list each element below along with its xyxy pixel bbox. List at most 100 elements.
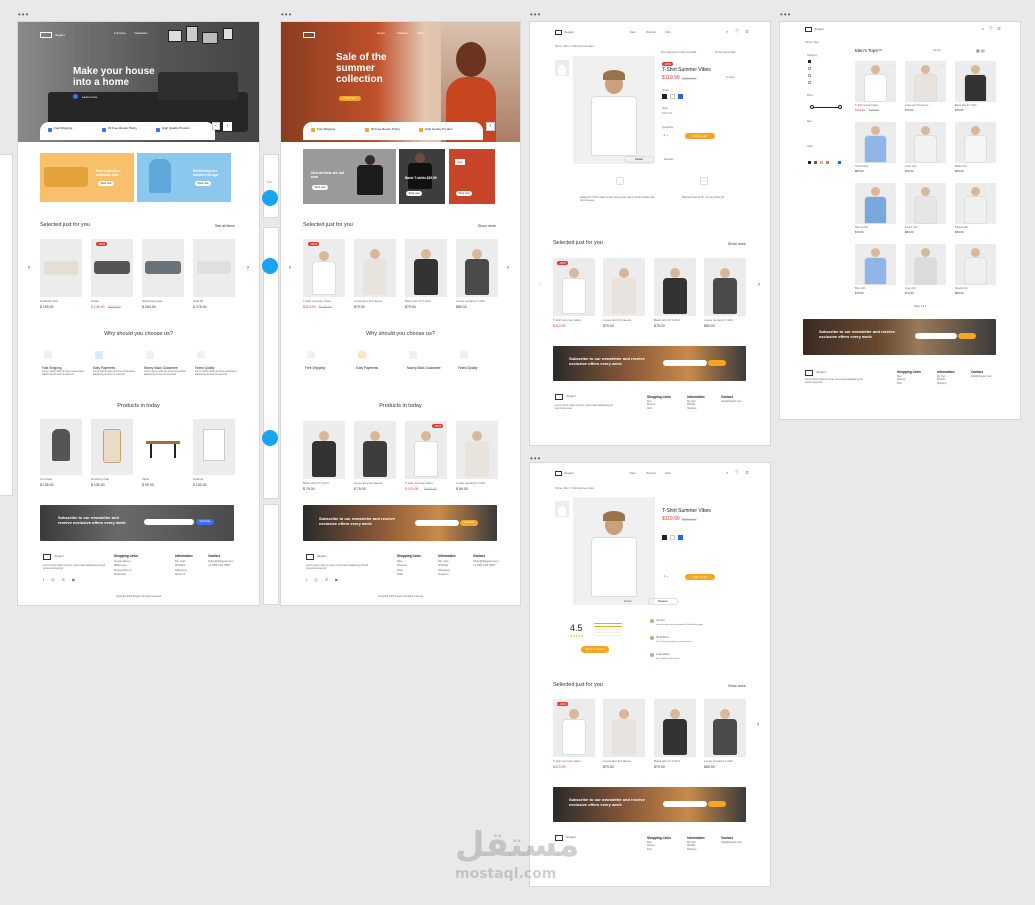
pagination[interactable]: Page 1 2 3 [914, 305, 926, 308]
product-image[interactable]: ♡ [905, 122, 946, 163]
see-all-link[interactable]: Show more [728, 242, 746, 246]
product-image[interactable]: ♡ [855, 61, 896, 102]
hero-button[interactable]: Learn more [82, 95, 97, 99]
tab-details[interactable]: Details [624, 600, 632, 603]
email-input[interactable] [663, 360, 707, 366]
product-image[interactable]: -30% [405, 421, 447, 479]
wishlist-icon[interactable]: ♡ [891, 63, 894, 67]
artboard-menu-icon[interactable]: ••• [530, 454, 541, 463]
color-swatch[interactable] [662, 94, 667, 99]
subscribe-button[interactable] [708, 801, 726, 807]
logo-icon[interactable] [40, 32, 52, 38]
product-name[interactable]: Loose knit 3/4 sleeve [905, 104, 929, 107]
color-swatch[interactable] [838, 161, 841, 164]
promo-card[interactable]: Basic T-shirts $29,99 Shop now [399, 149, 445, 204]
product-image[interactable] [193, 239, 235, 297]
subscribe-button[interactable] [708, 360, 726, 366]
product-image[interactable] [91, 419, 133, 475]
product-name[interactable]: Sectional sofas [142, 299, 162, 304]
subscribe-button[interactable]: Subscribe [196, 519, 214, 525]
prev-arrow-icon[interactable]: ‹ [539, 282, 541, 288]
tab-reviews[interactable]: Reviews [648, 598, 678, 605]
product-name[interactable]: T-shirt summer vibes [303, 299, 331, 304]
product-name[interactable]: Loose knit 3/4 sleeve [354, 299, 382, 304]
product-image[interactable] [40, 239, 82, 297]
header-icons[interactable]: ⌕ ♡ ⚇ [726, 470, 752, 476]
product-name[interactable]: Loose textured T-shirt [704, 759, 733, 764]
filter-heading[interactable]: Size [807, 120, 812, 123]
social-icons[interactable]: f ◎ ✕ ▶ [43, 577, 78, 583]
product-name[interactable]: T-shirt summer vibes [553, 318, 581, 323]
logo-icon[interactable] [306, 554, 314, 560]
quantity-stepper[interactable]: - 1 + [662, 133, 668, 138]
header-icons[interactable]: ⌕ ♡ ⚇ [982, 26, 1003, 32]
nav-item[interactable]: Home [377, 31, 385, 35]
product-name[interactable]: Loose textured T-shirt [456, 481, 485, 486]
breadcrumb[interactable]: Home / Men / T-shirt summer vibes [555, 487, 594, 490]
logo-icon[interactable] [555, 471, 562, 476]
product-image[interactable] [142, 419, 184, 475]
product-image[interactable] [603, 258, 645, 316]
header-icons[interactable]: ⌕ ♡ ⚇ [726, 29, 752, 35]
product-name[interactable]: Cabinet [193, 477, 203, 482]
breadcrumb[interactable]: Home / Men / T-shirt summer vibes [555, 45, 594, 48]
play-icon[interactable] [73, 94, 78, 99]
connector-node[interactable] [262, 190, 278, 206]
product-name[interactable]: Sofas [91, 299, 99, 304]
product-name[interactable]: Loose knit 3/4 sleeve [354, 481, 382, 486]
product-image[interactable]: ♡ [955, 61, 996, 102]
next-arrow-icon[interactable]: › [757, 722, 759, 728]
product-image[interactable] [704, 258, 746, 316]
see-all-link[interactable]: Show more [478, 224, 496, 228]
product-name[interactable]: Blue shirt [855, 287, 865, 290]
product-name[interactable]: Hubland sofa [40, 299, 58, 304]
checkbox[interactable] [808, 81, 811, 84]
wishlist-icon[interactable]: ♡ [941, 185, 944, 189]
wishlist-icon[interactable]: ♡ [891, 185, 894, 189]
color-swatch[interactable] [826, 161, 829, 164]
promo-card[interactable]: Redefining the modern design Shop now [137, 153, 231, 202]
nav-item[interactable]: Shop [417, 31, 424, 35]
logo-icon[interactable] [43, 554, 51, 560]
product-image[interactable] [354, 239, 396, 297]
connector-node[interactable] [262, 430, 278, 446]
color-swatch[interactable] [670, 535, 675, 540]
wishlist-icon[interactable]: ♡ [891, 246, 894, 250]
nav-item[interactable]: Women [646, 471, 656, 476]
social-icons[interactable]: f ◎ ✕ ▶ [306, 577, 341, 583]
product-image[interactable]: ♡ [955, 244, 996, 285]
product-name[interactable]: Sofa 5ft [193, 299, 203, 304]
artboard-menu-icon[interactable]: ••• [780, 10, 791, 19]
promo-button[interactable]: Shop now [195, 181, 211, 186]
product-name[interactable]: Table [142, 477, 149, 482]
promo-card[interactable]: Sale Shop now [449, 149, 495, 204]
filter-heading[interactable]: Category [807, 54, 817, 57]
prev-arrow-icon[interactable]: ‹ [212, 122, 220, 130]
thumbnail[interactable] [555, 501, 569, 517]
filter-heading[interactable]: Price [807, 94, 813, 97]
color-swatch[interactable] [670, 94, 675, 99]
product-image[interactable]: ♡ [855, 244, 896, 285]
product-image[interactable]: -30% [91, 239, 133, 297]
product-image[interactable]: ♡ [905, 244, 946, 285]
checkbox[interactable] [808, 74, 811, 77]
nav-item[interactable]: Men [630, 471, 636, 476]
next-arrow-icon[interactable]: › [486, 122, 495, 131]
write-review-button[interactable]: Write a review [581, 646, 609, 653]
product-name[interactable]: Casual shirt [955, 226, 968, 229]
color-swatch[interactable] [808, 161, 811, 164]
product-name[interactable]: Loose textured T-shirt [704, 318, 733, 323]
product-name[interactable]: Oxford shirt [855, 165, 868, 168]
nav-item[interactable]: Women [646, 30, 656, 35]
color-swatch[interactable] [662, 535, 667, 540]
wishlist-icon[interactable]: ♡ [941, 246, 944, 250]
wishlist-icon[interactable]: ♡ [991, 185, 994, 189]
wishlist-icon[interactable]: ♡ [941, 124, 944, 128]
logo-icon[interactable] [555, 394, 563, 400]
next-arrow-icon[interactable]: › [758, 282, 760, 288]
product-name[interactable]: Slim fit shirt [855, 226, 868, 229]
product-image[interactable]: ♡ [855, 122, 896, 163]
product-image[interactable]: -30% [553, 699, 595, 757]
product-name[interactable]: Loose textured T-shirt [456, 299, 485, 304]
nav-item[interactable]: Furniture [114, 31, 126, 35]
